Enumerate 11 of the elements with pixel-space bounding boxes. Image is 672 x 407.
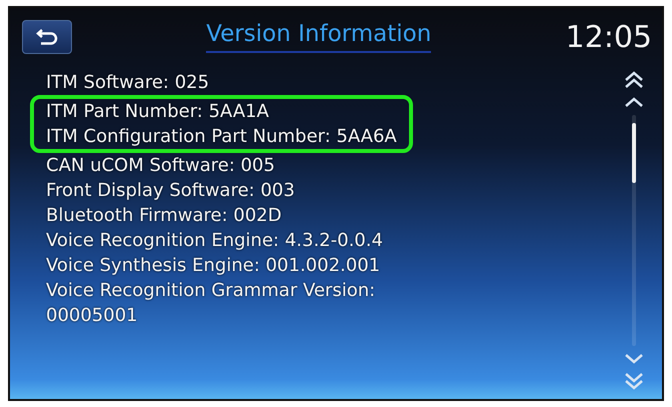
version-entry: Voice Recognition Grammar Version: 00005001: [46, 279, 376, 328]
version-entry: Voice Synthesis Engine: 001.002.001: [46, 254, 382, 278]
version-entry: ITM Configuration Part Number: 5AA6A: [46, 125, 397, 149]
version-entry: ITM Software: 025: [46, 71, 210, 95]
version-entry: ITM Part Number: 5AA1A: [46, 100, 270, 124]
clock-time: 12:05: [566, 20, 652, 54]
version-entry: Voice Recognition Engine: 4.3.2-0.0.4: [46, 229, 384, 253]
screen-title: Version Information: [206, 21, 432, 53]
version-entry: Bluetooth Firmware: 002D: [46, 204, 283, 228]
version-entry: CAN uCOM Software: 005: [46, 154, 276, 178]
version-entry: Front Display Software: 003: [46, 179, 296, 203]
